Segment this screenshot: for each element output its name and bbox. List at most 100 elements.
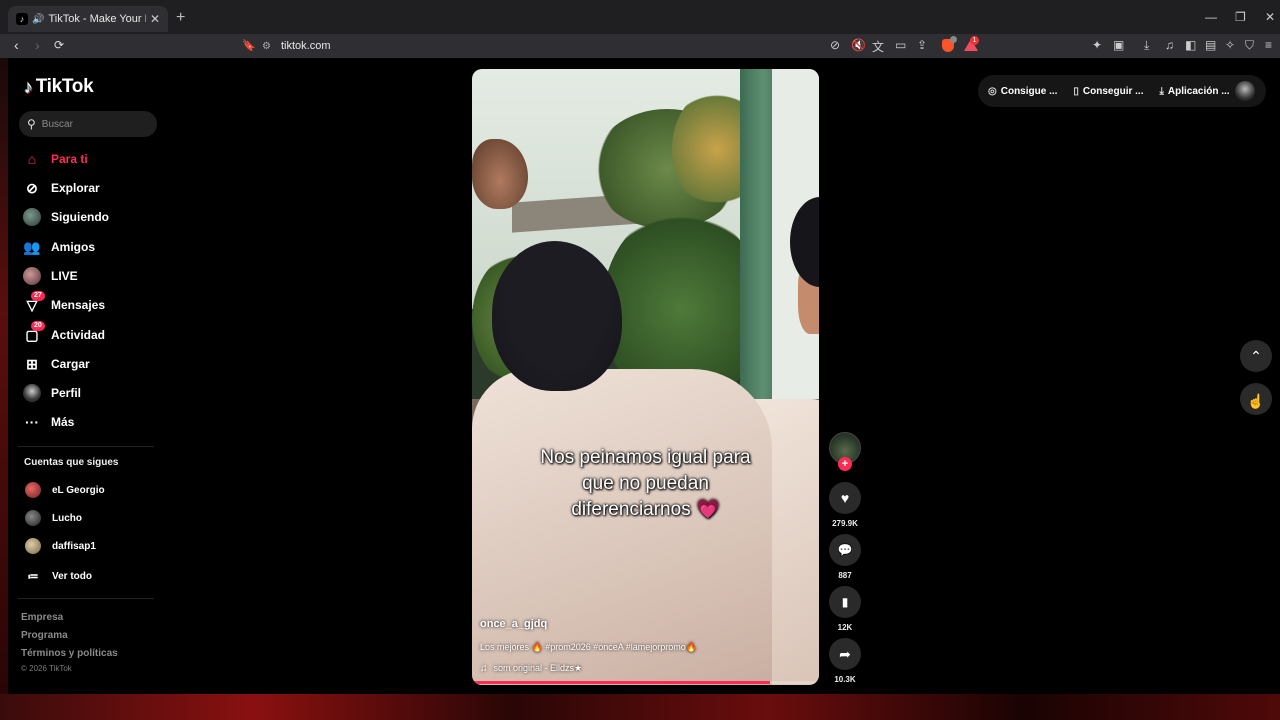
compass-icon: ⊘ — [26, 179, 38, 196]
overlay-line: que no puedan — [582, 473, 709, 494]
new-tab-button[interactable]: + — [176, 9, 185, 27]
site-info-icon[interactable]: ⚙ — [262, 41, 271, 52]
no-sound-icon[interactable]: 🔇 — [851, 38, 866, 52]
sidebar-icon[interactable]: ◧ — [1185, 38, 1196, 52]
music-note-icon: ♫ — [480, 663, 488, 674]
tiktok-note-icon: ♪ — [24, 76, 33, 97]
speaker-icon[interactable]: 🔊 — [32, 14, 44, 25]
progress-fill — [472, 681, 771, 684]
share-button[interactable]: ➦ — [829, 638, 861, 670]
desktop-app-button[interactable]: ⤓ Aplicación ... — [1159, 86, 1229, 97]
follow-plus-icon[interactable]: + — [838, 457, 852, 471]
heart-emoji: 💗 — [695, 499, 720, 520]
coin-icon: ◎ — [988, 85, 997, 97]
nav-live[interactable]: LIVE — [22, 263, 78, 289]
footer-link-empresa[interactable]: Empresa — [21, 612, 63, 623]
get-coins-button[interactable]: ◎ Consigue ... — [988, 86, 1057, 97]
previous-video-button[interactable]: ⌃ — [1240, 340, 1272, 372]
nav-mensajes[interactable]: ▽ 27 Mensajes — [22, 291, 106, 318]
like-button[interactable]: ♥ — [829, 482, 861, 514]
account-name: eL Georgio — [52, 484, 105, 496]
download-icon: ⤓ — [1159, 85, 1164, 97]
leo-icon[interactable]: ✧ — [1225, 38, 1235, 52]
nav-label: Siguiendo — [51, 210, 109, 224]
save-count: 12K — [837, 623, 853, 632]
minimize-icon[interactable]: — — [1205, 10, 1217, 24]
browser-titlebar: ♪ 🔊 TikTok - Make Your Day ✕ + — ❐ ✕ — [0, 0, 1280, 34]
back-icon[interactable]: ‹ — [14, 37, 19, 53]
following-account-item[interactable]: eL Georgio — [25, 481, 105, 499]
mouse-cursor-icon: ☝ — [1247, 393, 1265, 409]
nav-cargar[interactable]: ⊞ Cargar — [22, 351, 90, 377]
upload-icon: ⊞ — [26, 355, 38, 372]
bookmark-icon[interactable]: 🔖 — [242, 39, 256, 52]
downloads-icon[interactable]: ⤓ — [1144, 38, 1149, 53]
search-input[interactable] — [41, 118, 142, 130]
restore-icon[interactable]: ❐ — [1235, 10, 1246, 24]
reload-icon[interactable]: ⟳ — [54, 38, 64, 52]
friends-icon: 👥 — [23, 238, 41, 255]
extensions-icon[interactable]: ✦ — [1092, 38, 1102, 52]
close-window-icon[interactable]: ✕ — [1265, 10, 1275, 24]
nav-label: Perfil — [51, 386, 82, 400]
following-account-item[interactable]: daffisap1 — [25, 537, 96, 555]
vpn-icon[interactable]: ⛉ — [1245, 38, 1254, 53]
following-account-item[interactable]: Lucho — [25, 509, 82, 527]
messages-badge: 27 — [31, 291, 45, 301]
browser-tab[interactable]: ♪ 🔊 TikTok - Make Your Day ✕ — [8, 6, 168, 32]
video-author[interactable]: once_a_gjdq — [480, 618, 547, 630]
media-icon[interactable]: ♫ — [1165, 38, 1174, 52]
home-icon: ⌂ — [27, 151, 37, 167]
browser-toolbar: ‹ › ⟳ 🔖 ⚙ tiktok.com ⊘ 🔇 文 ▭ ⇪ ✦ ▣ ⤓ ♫ ◧… — [0, 34, 1280, 58]
tiktok-logo[interactable]: ♪ TikTok — [24, 76, 94, 98]
screenshot-icon[interactable]: ▣ — [1113, 38, 1124, 52]
translate-icon[interactable]: 文 — [872, 38, 884, 55]
menu-icon[interactable]: ≡ — [1265, 38, 1272, 52]
forward-icon[interactable]: › — [35, 37, 40, 53]
nav-label: Explorar — [51, 181, 100, 195]
cast-icon[interactable]: ▭ — [895, 38, 906, 52]
window-edge — [0, 58, 8, 694]
nav-label: Más — [51, 415, 75, 429]
nav-label: Amigos — [51, 240, 96, 254]
wallet-icon[interactable]: ▤ — [1205, 38, 1216, 52]
nav-mas[interactable]: ··· Más — [22, 409, 74, 435]
tiktok-favicon-icon: ♪ — [16, 13, 28, 25]
bookmark-icon: ▮ — [841, 595, 849, 609]
top-actions-bar: ◎ Consigue ... ▯ Conseguir ... ⤓ Aplicac… — [978, 75, 1266, 107]
video-player[interactable]: Nos peinamos igual para que no puedan di… — [472, 69, 819, 685]
comment-count: 887 — [838, 571, 852, 580]
action-label: Aplicación ... — [1167, 85, 1230, 97]
footer-link-programa[interactable]: Programa — [21, 630, 68, 641]
search-icon: ⚲ — [27, 117, 36, 131]
video-sound[interactable]: ♫ som original - Elldzs★ — [480, 663, 582, 674]
nav-actividad[interactable]: ▢ 20 Actividad — [22, 321, 105, 348]
nav-siguiendo[interactable]: Siguiendo — [22, 204, 109, 230]
messages-icon: ▽ 27 — [22, 291, 45, 315]
nav-label: LIVE — [51, 269, 78, 283]
shields-badge — [950, 36, 957, 43]
overlay-line: Nos peinamos igual para — [540, 447, 751, 468]
nav-explorar[interactable]: ⊘ Explorar — [22, 175, 100, 201]
share-icon[interactable]: ⇪ — [917, 38, 927, 52]
save-button[interactable]: ▮ — [829, 586, 861, 618]
nav-para-ti[interactable]: ⌂ Para ti — [22, 146, 88, 172]
comment-button[interactable]: 💬 — [829, 534, 861, 566]
comment-icon: 💬 — [837, 543, 853, 557]
share-count: 10.3K — [834, 675, 856, 684]
nav-perfil[interactable]: Perfil — [22, 380, 81, 406]
see-all-link[interactable]: ≔ Ver todo — [25, 567, 93, 585]
close-tab-icon[interactable]: ✕ — [150, 12, 160, 26]
logo-text: TikTok — [35, 76, 94, 97]
user-avatar[interactable] — [1235, 81, 1255, 101]
footer-link-terminos[interactable]: Términos y políticas — [21, 648, 118, 659]
account-avatar — [25, 538, 41, 554]
search-box[interactable]: ⚲ — [19, 111, 157, 137]
nav-amigos[interactable]: 👥 Amigos — [22, 234, 95, 260]
get-app-button[interactable]: ▯ Conseguir ... — [1073, 86, 1143, 97]
nav-label: Mensajes — [51, 298, 106, 312]
nav-label: Para ti — [51, 152, 88, 166]
no-camera-icon[interactable]: ⊘ — [830, 38, 840, 52]
phone-icon: ▯ — [1073, 85, 1079, 97]
video-progress-bar[interactable] — [472, 681, 819, 684]
